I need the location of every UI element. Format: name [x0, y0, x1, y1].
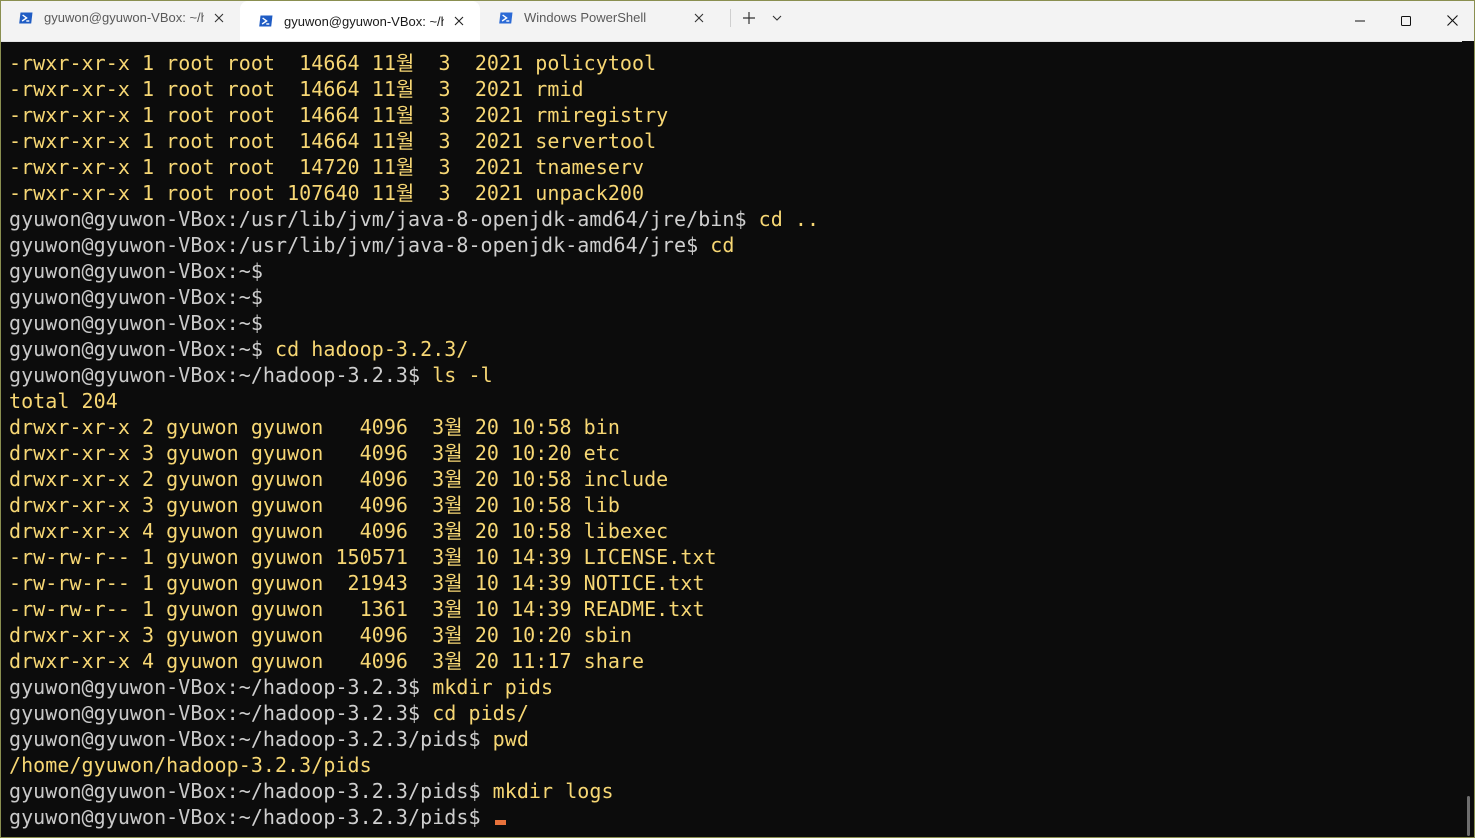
command-text: mkdir logs — [480, 779, 614, 803]
minimize-icon — [1355, 20, 1365, 21]
tab-title: Windows PowerShell — [524, 10, 647, 25]
text-cursor — [494, 820, 506, 825]
powershell-icon — [259, 15, 273, 27]
powershell-icon — [499, 12, 513, 23]
prompt-user-host: gyuwon@gyuwon-VBox — [9, 311, 227, 335]
output-line: -rwxr-xr-x 1 root root 14720 11월 3 2021 … — [9, 155, 645, 179]
terminal-lines: -rwxr-xr-x 1 root root 14664 11월 3 2021 … — [9, 50, 1462, 830]
prompt-path: :~/hadoop-3.2.3/pids$ — [226, 805, 481, 829]
prompt-user-host: gyuwon@gyuwon-VBox — [9, 805, 227, 829]
tab-powershell[interactable]: Windows PowerShell — [480, 1, 720, 34]
plus-icon — [743, 11, 755, 24]
prompt-user-host: gyuwon@gyuwon-VBox — [9, 727, 227, 751]
prompt-user-host: gyuwon@gyuwon-VBox — [9, 363, 227, 387]
output-line: drwxr-xr-x 2 gyuwon gyuwon 4096 3월 20 10… — [9, 467, 669, 491]
prompt-user-host: gyuwon@gyuwon-VBox — [9, 675, 227, 699]
prompt-line: gyuwon@gyuwon-VBox:~/hadoop-3.2.3$ cd pi… — [9, 700, 1462, 726]
terminal-window: gyuwon@gyuwon-VBox: ~/ha gyuwon@gyuwon-V… — [0, 0, 1475, 838]
prompt-line: gyuwon@gyuwon-VBox:~/hadoop-3.2.3/pids$ … — [9, 778, 1462, 804]
divider — [730, 8, 731, 27]
output-line: -rwxr-xr-x 1 root root 14664 11월 3 2021 … — [9, 129, 657, 153]
output-line: -rwxr-xr-x 1 root root 14664 11월 3 2021 … — [9, 51, 657, 75]
prompt-path: :~/hadoop-3.2.3$ — [226, 675, 421, 699]
scrollbar[interactable] — [1462, 41, 1475, 838]
prompt-path: :~$ — [226, 311, 263, 335]
output-line: -rw-rw-r-- 1 gyuwon gyuwon 1361 3월 10 14… — [9, 597, 705, 621]
close-icon[interactable] — [448, 10, 470, 32]
chevron-down-icon — [772, 15, 782, 21]
prompt-line: gyuwon@gyuwon-VBox:~/hadoop-3.2.3$ mkdir… — [9, 674, 1462, 700]
window-controls — [1337, 0, 1475, 41]
output-line: drwxr-xr-x 4 gyuwon gyuwon 4096 3월 20 10… — [9, 519, 669, 543]
prompt-line: gyuwon@gyuwon-VBox:~/hadoop-3.2.3$ ls -l — [9, 362, 1462, 388]
prompt-user-host: gyuwon@gyuwon-VBox — [9, 207, 227, 231]
tab-bar: gyuwon@gyuwon-VBox: ~/ha gyuwon@gyuwon-V… — [0, 0, 1475, 42]
command-text: cd pids/ — [420, 701, 529, 725]
prompt-path: :~$ — [226, 337, 263, 361]
output-line: drwxr-xr-x 3 gyuwon gyuwon 4096 3월 20 10… — [9, 441, 620, 465]
prompt-line: gyuwon@gyuwon-VBox:~$ — [9, 258, 1462, 284]
output-line: /home/gyuwon/hadoop-3.2.3/pids — [9, 753, 372, 777]
prompt-user-host: gyuwon@gyuwon-VBox — [9, 233, 227, 257]
tab-ubuntu-1[interactable]: gyuwon@gyuwon-VBox: ~/ha — [0, 1, 240, 34]
output-line: -rwxr-xr-x 1 root root 107640 11월 3 2021… — [9, 181, 645, 205]
prompt-path: :~/hadoop-3.2.3$ — [226, 701, 421, 725]
prompt-path: :/usr/lib/jvm/java-8-openjdk-amd64/jre/b… — [226, 207, 747, 231]
prompt-user-host: gyuwon@gyuwon-VBox — [9, 779, 227, 803]
close-icon[interactable] — [208, 7, 230, 29]
prompt-path: :~/hadoop-3.2.3/pids$ — [226, 779, 481, 803]
maximize-button[interactable] — [1383, 0, 1429, 41]
prompt-user-host: gyuwon@gyuwon-VBox — [9, 701, 227, 725]
prompt-user-host: gyuwon@gyuwon-VBox — [9, 285, 227, 309]
prompt-line: gyuwon@gyuwon-VBox:~$ cd hadoop-3.2.3/ — [9, 336, 1462, 362]
tab-ubuntu-2-active[interactable]: gyuwon@gyuwon-VBox: ~/h — [240, 1, 480, 41]
maximize-icon — [1401, 15, 1411, 26]
command-text: pwd — [480, 727, 529, 751]
minimize-button[interactable] — [1337, 0, 1383, 41]
prompt-path: :~/hadoop-3.2.3/pids$ — [226, 727, 481, 751]
prompt-path: :~/hadoop-3.2.3$ — [226, 363, 421, 387]
command-text — [481, 805, 493, 829]
tab-title: gyuwon@gyuwon-VBox: ~/h — [284, 13, 444, 29]
close-icon — [1446, 15, 1458, 26]
output-line: total 204 — [9, 389, 118, 413]
command-text: cd hadoop-3.2.3/ — [262, 337, 469, 361]
new-tab-group — [726, 1, 791, 34]
prompt-user-host: gyuwon@gyuwon-VBox — [9, 337, 227, 361]
output-line: -rw-rw-r-- 1 gyuwon gyuwon 21943 3월 10 1… — [9, 571, 705, 595]
close-icon[interactable] — [688, 7, 710, 29]
command-text: ls -l — [420, 363, 493, 387]
powershell-icon — [19, 12, 33, 23]
close-window-button[interactable] — [1429, 0, 1475, 41]
prompt-line: gyuwon@gyuwon-VBox:/usr/lib/jvm/java-8-o… — [9, 206, 1462, 232]
output-line: -rw-rw-r-- 1 gyuwon gyuwon 150571 3월 10 … — [9, 545, 717, 569]
dropdown-button[interactable] — [763, 4, 791, 32]
tab-title: gyuwon@gyuwon-VBox: ~/ha — [44, 10, 204, 25]
output-line: -rwxr-xr-x 1 root root 14664 11월 3 2021 … — [9, 103, 669, 127]
prompt-path: :/usr/lib/jvm/java-8-openjdk-amd64/jre$ — [226, 233, 699, 257]
command-text: cd — [698, 233, 735, 257]
prompt-line: gyuwon@gyuwon-VBox:~/hadoop-3.2.3/pids$ — [9, 804, 1462, 830]
command-text: cd .. — [746, 207, 820, 231]
prompt-line: gyuwon@gyuwon-VBox:/usr/lib/jvm/java-8-o… — [9, 232, 1462, 258]
output-line: -rwxr-xr-x 1 root root 14664 11월 3 2021 … — [9, 77, 584, 101]
prompt-line: gyuwon@gyuwon-VBox:~$ — [9, 310, 1462, 336]
prompt-line: gyuwon@gyuwon-VBox:~$ — [9, 284, 1462, 310]
new-tab-button[interactable] — [735, 4, 763, 32]
scrollbar-thumb[interactable] — [1467, 796, 1470, 836]
output-line: drwxr-xr-x 3 gyuwon gyuwon 4096 3월 20 10… — [9, 623, 633, 647]
prompt-path: :~$ — [226, 285, 263, 309]
output-line: drwxr-xr-x 2 gyuwon gyuwon 4096 3월 20 10… — [9, 415, 620, 439]
prompt-user-host: gyuwon@gyuwon-VBox — [9, 259, 227, 283]
terminal-output-area[interactable]: -rwxr-xr-x 1 root root 14664 11월 3 2021 … — [0, 41, 1462, 838]
output-line: drwxr-xr-x 4 gyuwon gyuwon 4096 3월 20 11… — [9, 649, 645, 673]
output-line: drwxr-xr-x 3 gyuwon gyuwon 4096 3월 20 10… — [9, 493, 620, 517]
prompt-line: gyuwon@gyuwon-VBox:~/hadoop-3.2.3/pids$ … — [9, 726, 1462, 752]
prompt-path: :~$ — [226, 259, 263, 283]
command-text: mkdir pids — [420, 675, 554, 699]
